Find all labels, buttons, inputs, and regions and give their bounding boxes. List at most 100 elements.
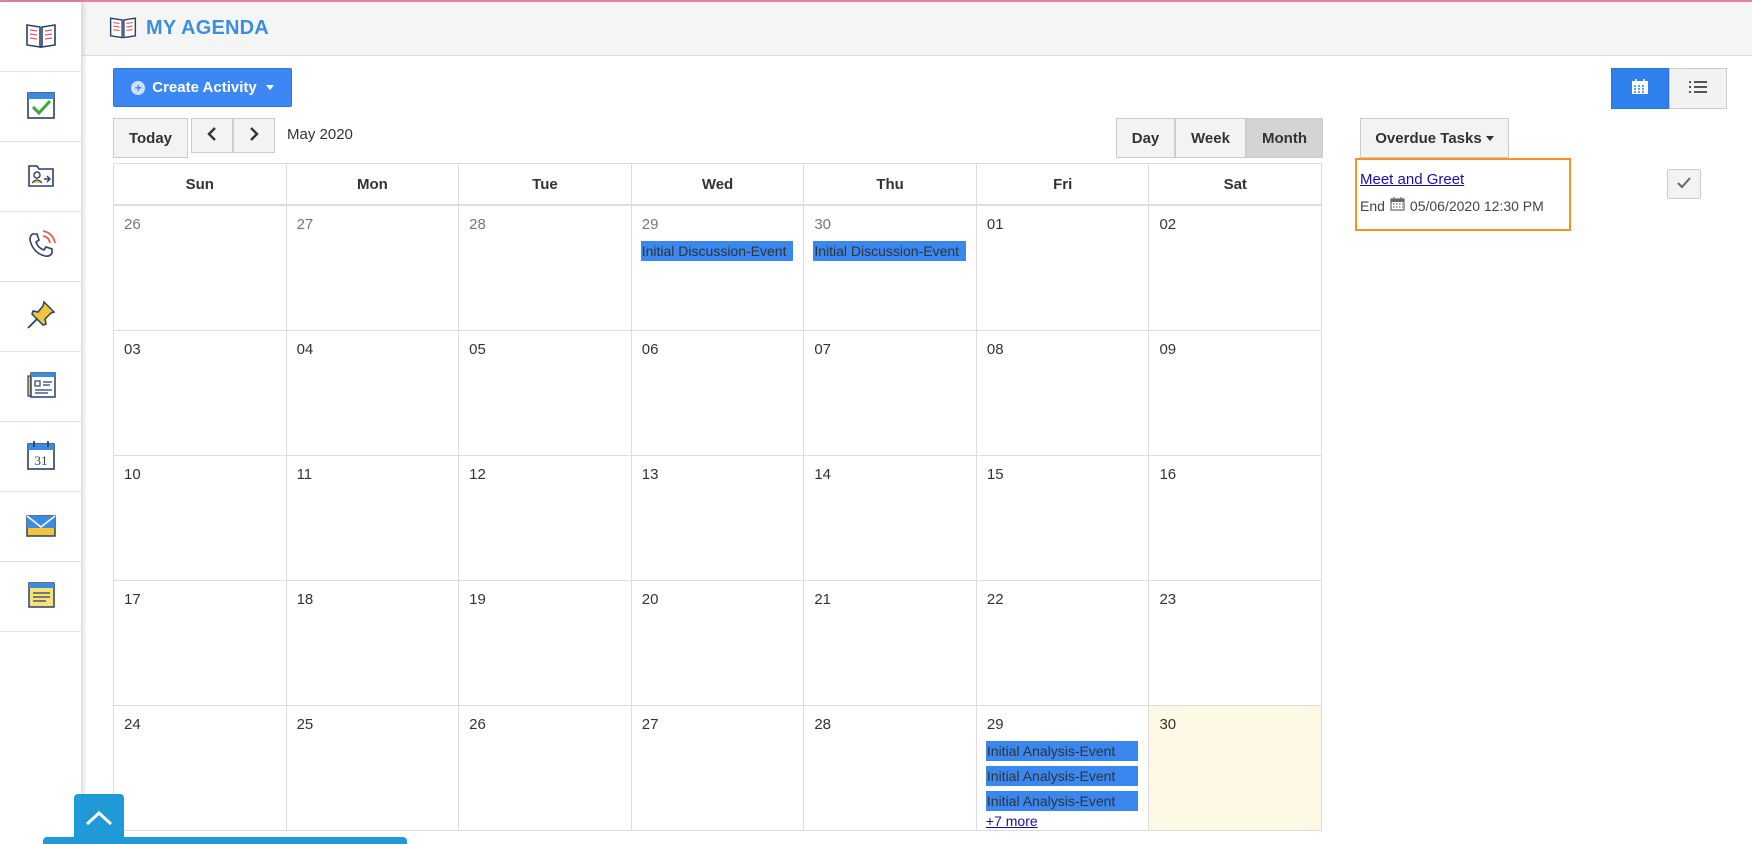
day-cell[interactable]: 29 Initial Discussion-Event: [632, 206, 805, 330]
day-cell[interactable]: 15: [977, 456, 1150, 580]
day-cell[interactable]: 25: [287, 706, 460, 830]
day-cell[interactable]: 23: [1149, 581, 1323, 705]
chevron-left-icon: [207, 126, 217, 145]
week-view-button[interactable]: Week: [1175, 118, 1246, 158]
calendar-event[interactable]: Initial Discussion-Event: [813, 241, 966, 261]
day-number: 15: [986, 466, 1004, 483]
envelope-icon: [24, 508, 58, 545]
day-number: 05: [469, 341, 486, 358]
page-header: MY AGENDA: [82, 2, 1752, 56]
day-cell[interactable]: 04: [287, 331, 460, 455]
day-number: 28: [814, 716, 831, 733]
day-cell[interactable]: 22: [977, 581, 1150, 705]
month-view-button[interactable]: Month: [1246, 118, 1323, 158]
day-cell[interactable]: 11: [287, 456, 460, 580]
day-cell[interactable]: 24: [114, 706, 287, 830]
calendar-event[interactable]: Initial Analysis-Event: [985, 766, 1139, 786]
more-events-link[interactable]: +7 more: [986, 813, 1149, 829]
day-number: 29: [641, 216, 659, 233]
day-number: 02: [1159, 216, 1177, 233]
day-number: 19: [469, 591, 486, 608]
list-view-button[interactable]: [1669, 68, 1727, 109]
calendar-event[interactable]: Initial Analysis-Event: [985, 791, 1139, 811]
day-cell[interactable]: 14: [804, 456, 977, 580]
weekday-sat: Sat: [1149, 164, 1323, 204]
day-cell[interactable]: 16: [1149, 456, 1323, 580]
checkmark-icon: [1676, 176, 1692, 193]
day-cell[interactable]: 26: [114, 206, 287, 330]
calendar-event[interactable]: Initial Discussion-Event: [640, 241, 794, 261]
day-number: 26: [124, 216, 141, 233]
day-cell[interactable]: 27: [287, 206, 460, 330]
day-number: 10: [124, 466, 141, 483]
day-cell[interactable]: 20: [632, 581, 805, 705]
weekday-thu: Thu: [804, 164, 977, 204]
day-cell[interactable]: 18: [287, 581, 460, 705]
day-number: 20: [641, 591, 659, 608]
day-number: 07: [814, 341, 831, 358]
sidebar: 31: [0, 2, 82, 844]
day-cell[interactable]: 21: [804, 581, 977, 705]
day-cell[interactable]: 26: [459, 706, 632, 830]
day-cell[interactable]: 13: [632, 456, 805, 580]
day-cell[interactable]: 17: [114, 581, 287, 705]
task-end-label: End: [1360, 197, 1385, 214]
day-cell[interactable]: 10: [114, 456, 287, 580]
create-activity-label: Create Activity: [152, 79, 257, 96]
task-end-row: End 05/06/2020 12:30 PM: [1360, 197, 1569, 214]
day-cell[interactable]: 28: [459, 206, 632, 330]
sidebar-item-documents[interactable]: [0, 352, 81, 422]
sidebar-item-calls[interactable]: [0, 212, 81, 282]
plus-circle-icon: +: [131, 80, 146, 95]
day-cell[interactable]: 29 Initial Analysis-Event Initial Analys…: [977, 706, 1150, 830]
pushpin-icon: [24, 298, 58, 335]
day-cell[interactable]: 08: [977, 331, 1150, 455]
weekday-tue: Tue: [459, 164, 632, 204]
day-number: 28: [469, 216, 486, 233]
day-number: 25: [296, 716, 314, 733]
contact-card-icon: [24, 158, 58, 195]
task-title-link[interactable]: Meet and Greet: [1360, 171, 1569, 188]
sidebar-item-calendar[interactable]: 31: [0, 422, 81, 492]
day-number: 24: [124, 716, 141, 733]
sidebar-item-memo[interactable]: [0, 562, 81, 632]
day-view-button[interactable]: Day: [1116, 118, 1175, 158]
day-cell[interactable]: 19: [459, 581, 632, 705]
list-icon: [1688, 79, 1708, 98]
day-cell[interactable]: 09: [1149, 331, 1323, 455]
day-cell[interactable]: 30 Initial Discussion-Event: [804, 206, 977, 330]
scroll-to-top-button[interactable]: [74, 794, 124, 844]
sidebar-item-notes[interactable]: [0, 282, 81, 352]
sidebar-item-contacts[interactable]: [0, 142, 81, 212]
day-cell[interactable]: 06: [632, 331, 805, 455]
calendar-event[interactable]: Initial Analysis-Event: [985, 741, 1139, 761]
prev-month-button[interactable]: [191, 118, 233, 153]
day-cell[interactable]: 01: [977, 206, 1150, 330]
day-cell-today[interactable]: 30: [1149, 706, 1323, 830]
create-activity-button[interactable]: + Create Activity: [113, 68, 292, 107]
day-number: 26: [469, 716, 486, 733]
overdue-tasks-dropdown[interactable]: Overdue Tasks: [1360, 118, 1509, 158]
day-cell[interactable]: 27: [632, 706, 805, 830]
day-cell[interactable]: 07: [804, 331, 977, 455]
day-number: 27: [296, 216, 314, 233]
day-cell[interactable]: 28: [804, 706, 977, 830]
day-cell[interactable]: 03: [114, 331, 287, 455]
notepad-icon: [24, 578, 58, 615]
sidebar-item-tasks[interactable]: [0, 72, 81, 142]
task-check-icon: [24, 88, 58, 125]
sidebar-item-agenda[interactable]: [0, 2, 81, 72]
sidebar-item-email[interactable]: [0, 492, 81, 562]
today-button[interactable]: Today: [113, 118, 188, 158]
week-row: 03 04 05 06 07 08 09: [113, 331, 1323, 456]
next-month-button[interactable]: [233, 118, 275, 153]
weekday-wed: Wed: [632, 164, 805, 204]
book-icon: [24, 18, 58, 55]
day-cell[interactable]: 02: [1149, 206, 1323, 330]
day-number: 09: [1159, 341, 1177, 358]
day-cell[interactable]: 05: [459, 331, 632, 455]
complete-task-button[interactable]: [1667, 169, 1701, 199]
calendar-view-button[interactable]: [1611, 68, 1669, 109]
day-cell[interactable]: 12: [459, 456, 632, 580]
week-row: 26 27 28 29 Initial Discussion-Event 30 …: [113, 206, 1323, 331]
